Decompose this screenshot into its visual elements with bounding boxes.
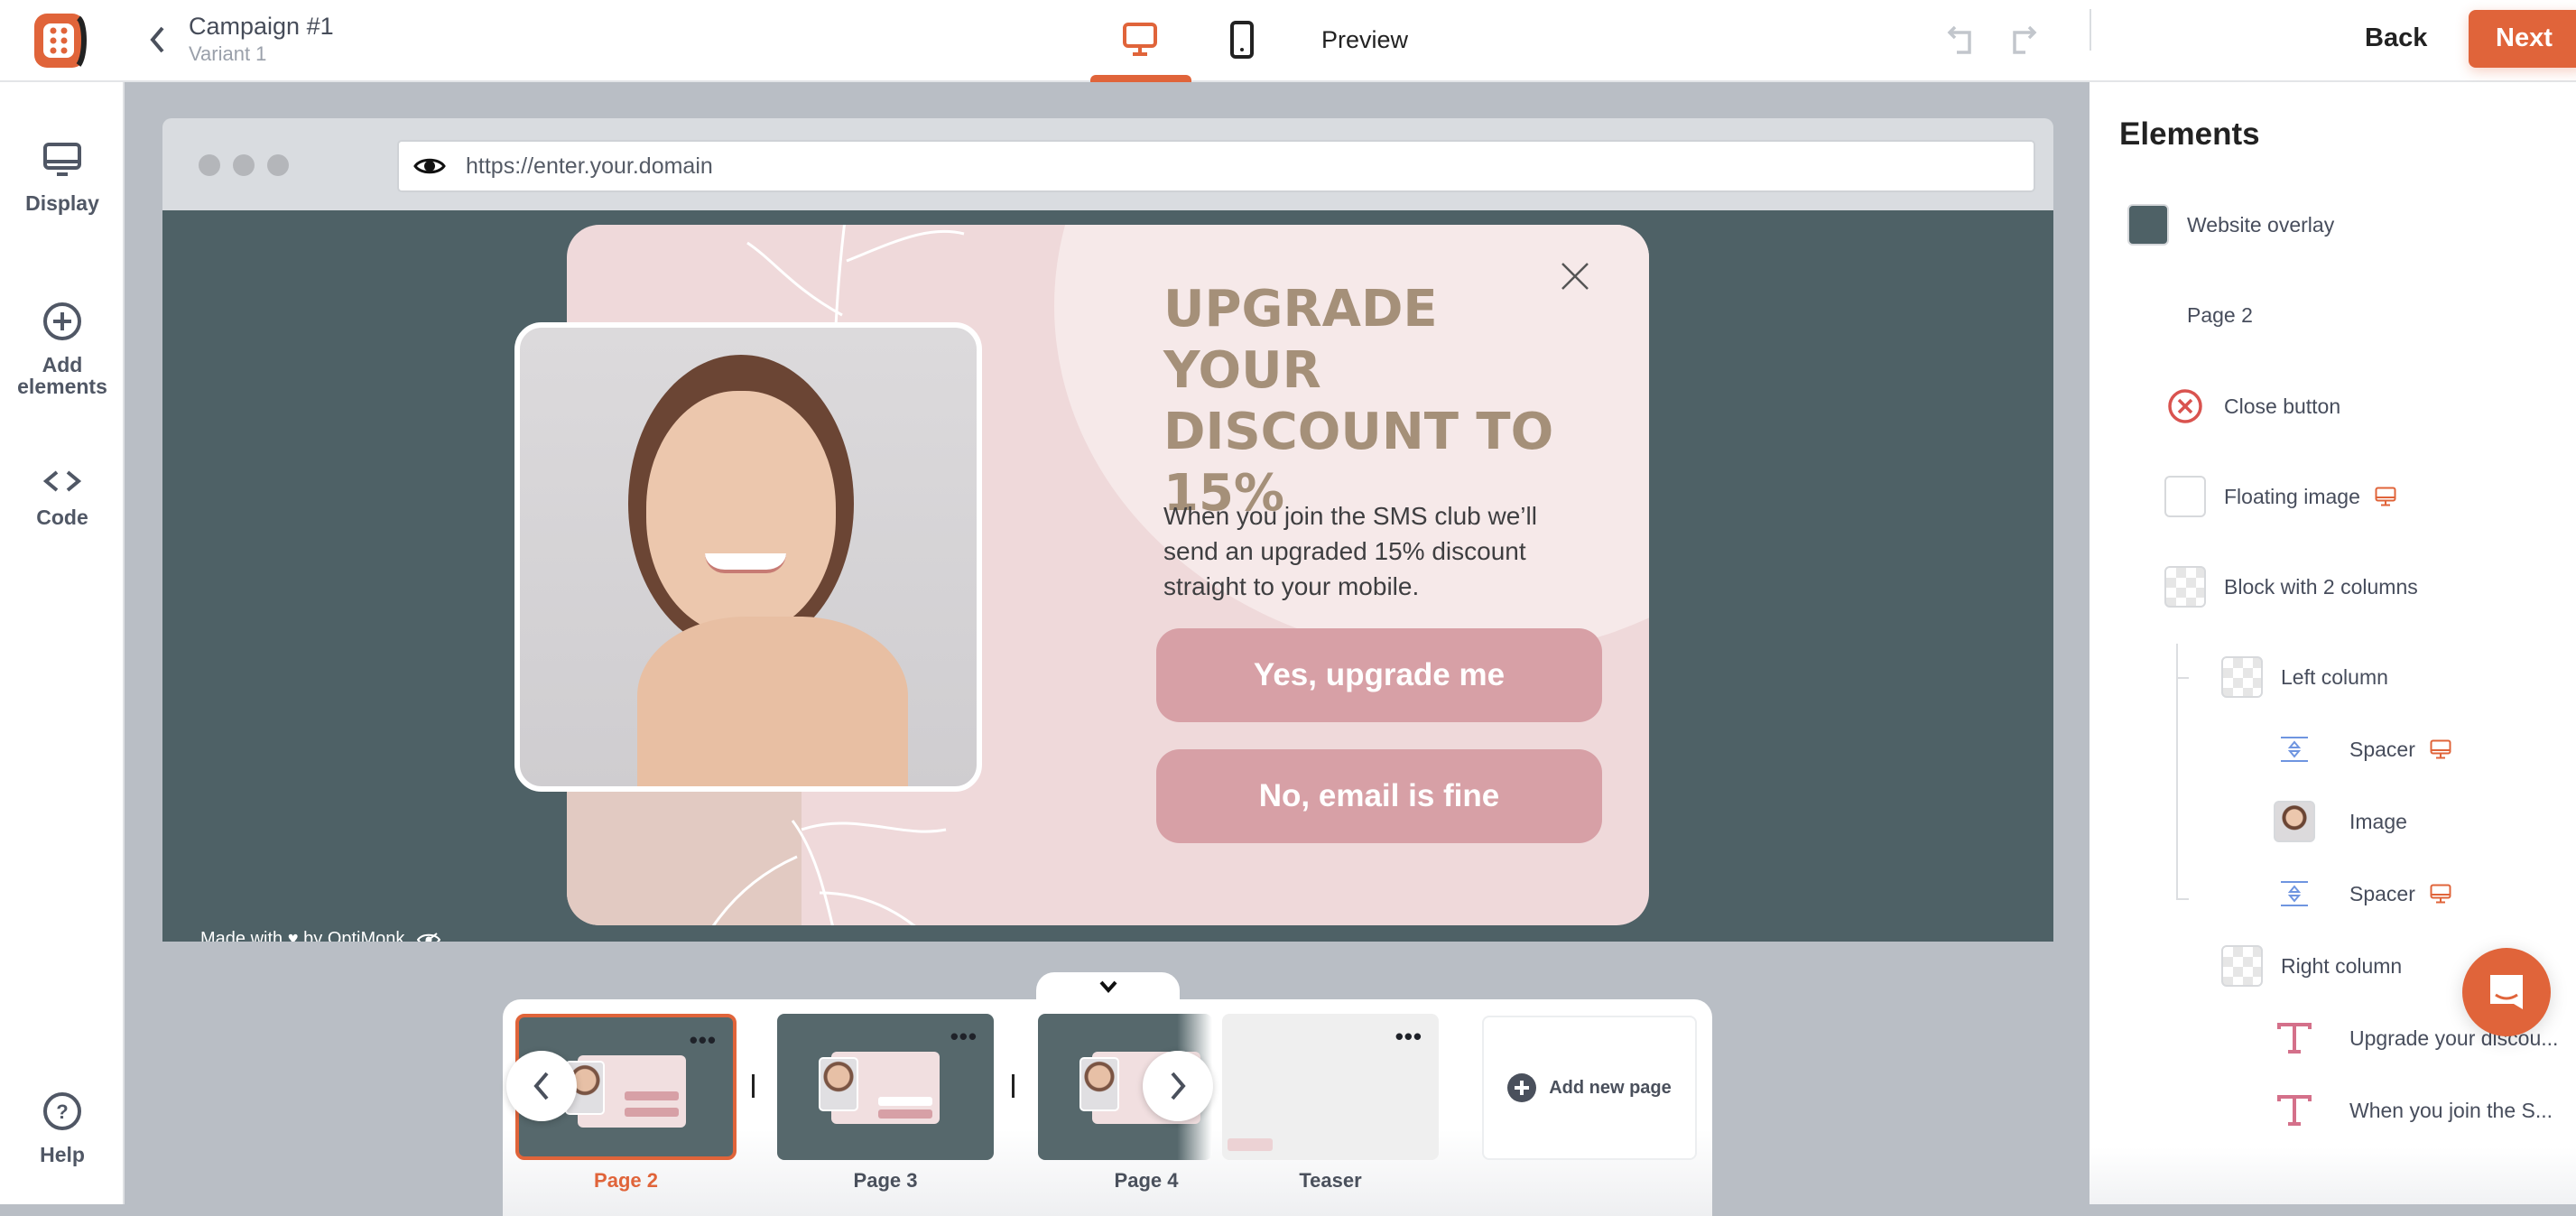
chevron-left-icon (533, 1072, 549, 1100)
yes-upgrade-button[interactable]: Yes, upgrade me (1156, 628, 1602, 722)
sidebar-item-label: Help (40, 1143, 85, 1166)
page-thumbnail-3[interactable]: ••• (777, 1014, 994, 1160)
element-spacer[interactable]: Spacer (2274, 871, 2451, 916)
teaser-thumbnail[interactable]: ••• (1222, 1014, 1439, 1160)
no-email-button[interactable]: No, email is fine (1156, 749, 1602, 843)
next-button[interactable]: Next (2469, 10, 2576, 68)
desktop-active-indicator (1090, 75, 1191, 82)
top-bar: Campaign #1 Variant 1 Preview Back Next (0, 0, 2576, 82)
help-icon: ? (43, 1092, 81, 1130)
desktop-view-icon[interactable] (1122, 22, 1158, 58)
campaign-title[interactable]: Campaign #1 (189, 13, 334, 41)
chevron-down-icon (1099, 980, 1117, 994)
mobile-view-icon[interactable] (1229, 20, 1255, 60)
floating-image[interactable] (514, 322, 982, 792)
eye-off-icon[interactable] (417, 932, 441, 942)
chat-button[interactable] (2462, 948, 2551, 1036)
sidebar-item-label: Display (25, 191, 99, 215)
sidebar-item-help[interactable]: ? Help (0, 1091, 125, 1166)
overlay-swatch-icon (2127, 204, 2169, 246)
chevron-right-icon (1171, 1072, 1186, 1100)
popup-body: When you join the SMS club we’ll send an… (1163, 502, 1537, 600)
chat-icon (2490, 975, 2523, 1009)
element-block-2-columns[interactable]: Block with 2 columns (2164, 564, 2418, 609)
blank-swatch-icon (2164, 476, 2206, 517)
window-dots (199, 154, 289, 176)
sidebar-item-label: Add elements (17, 353, 107, 398)
element-spacer[interactable]: Spacer (2274, 727, 2451, 772)
made-with-optimonk[interactable]: Made with ♥ by OptiMonk (200, 929, 404, 942)
checker-swatch-icon (2164, 566, 2206, 608)
spacer-icon (2274, 729, 2315, 770)
browser-mockup: https://enter.your.domain UPGRADE YOUR D… (162, 118, 2053, 942)
back-chevron-icon[interactable] (148, 25, 166, 54)
more-icon[interactable]: ••• (690, 1028, 717, 1052)
plus-circle-icon (43, 302, 81, 340)
monitor-icon (43, 143, 81, 176)
element-image[interactable]: Image (2274, 799, 2407, 844)
eye-icon[interactable] (413, 155, 446, 177)
code-icon (42, 470, 82, 492)
divider (2090, 9, 2091, 51)
more-icon[interactable]: ••• (1395, 1025, 1422, 1048)
prev-page-button[interactable] (506, 1051, 577, 1121)
add-new-page-button[interactable]: Add new page (1482, 1016, 1697, 1160)
element-right-column[interactable]: Right column (2221, 943, 2402, 989)
page-label[interactable]: Page 2 (515, 1169, 737, 1193)
element-page[interactable]: Page 2 (2187, 292, 2253, 338)
undo-icon[interactable] (1946, 23, 1977, 56)
website-overlay[interactable]: UPGRADE YOUR DISCOUNT TO 15% When you jo… (162, 210, 2053, 942)
element-website-overlay[interactable]: Website overlay (2127, 202, 2334, 247)
next-page-button[interactable] (1143, 1051, 1213, 1121)
desktop-only-icon (2430, 884, 2451, 904)
left-sidebar: Display Add elements Code ? Help (0, 82, 125, 1204)
sidebar-item-display[interactable]: Display (0, 142, 125, 215)
text-icon (2274, 1017, 2315, 1059)
redo-icon[interactable] (2007, 23, 2038, 56)
sidebar-item-code[interactable]: Code (0, 469, 125, 529)
elements-title: Elements (2119, 116, 2260, 152)
page-separator (752, 1074, 755, 1098)
desktop-only-icon (2430, 739, 2451, 759)
preview-button[interactable]: Preview (1321, 26, 1408, 54)
element-left-column[interactable]: Left column (2221, 654, 2388, 700)
back-button[interactable]: Back (2365, 23, 2427, 53)
url-bar[interactable]: https://enter.your.domain (397, 140, 2035, 192)
plus-circle-icon (1507, 1073, 1537, 1102)
page-separator (1012, 1074, 1015, 1098)
spacer-icon (2274, 873, 2315, 914)
close-circle-icon (2164, 385, 2206, 427)
element-text-body[interactable]: When you join the S... (2274, 1088, 2553, 1133)
sidebar-item-label: Code (36, 506, 88, 529)
desktop-only-icon (2375, 487, 2396, 506)
page-label[interactable]: Page 3 (777, 1169, 994, 1193)
sidebar-item-add-elements[interactable]: Add elements (0, 302, 125, 397)
checker-swatch-icon (2221, 656, 2263, 698)
element-floating-image[interactable]: Floating image (2164, 474, 2396, 519)
tree-line (2176, 644, 2178, 900)
svg-text:?: ? (56, 1100, 68, 1123)
add-new-page-label: Add new page (1549, 1077, 1672, 1098)
image-thumbnail (2274, 801, 2315, 842)
url-text[interactable]: https://enter.your.domain (466, 153, 713, 180)
more-icon[interactable]: ••• (950, 1025, 978, 1048)
element-close-button[interactable]: Close button (2164, 384, 2340, 429)
page-label[interactable]: Teaser (1222, 1169, 1439, 1193)
checker-swatch-icon (2221, 945, 2263, 987)
variant-name: Variant 1 (189, 42, 267, 65)
optimonk-logo[interactable] (32, 11, 89, 70)
popup-heading: UPGRADE YOUR DISCOUNT TO 15% (1163, 280, 1554, 523)
text-icon (2274, 1090, 2315, 1131)
